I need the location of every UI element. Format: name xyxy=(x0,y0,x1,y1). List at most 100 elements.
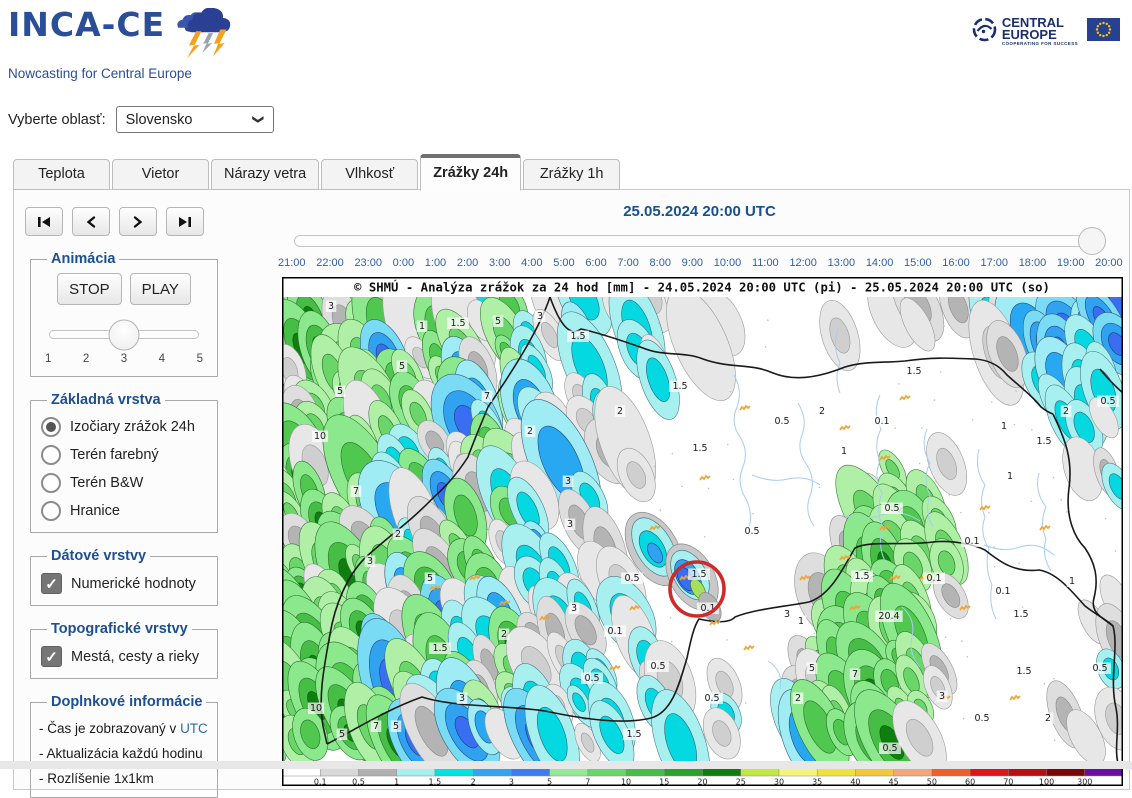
svg-text:1.5: 1.5 xyxy=(692,443,707,454)
play-button[interactable]: PLAY xyxy=(130,273,191,305)
svg-text:7: 7 xyxy=(353,486,359,497)
partner-logos: CENTRAL EUROPE COOPERATING FOR SUCCESS xyxy=(971,16,1120,48)
svg-text:1.5: 1.5 xyxy=(691,569,706,580)
svg-text:2: 2 xyxy=(795,693,801,704)
svg-text:3: 3 xyxy=(939,691,945,702)
svg-text:5: 5 xyxy=(339,729,345,740)
time-label-13-00: 13:00 xyxy=(828,257,856,269)
speed-tick-2: 2 xyxy=(83,353,89,365)
info-lines: - Čas je zobrazovaný v UTC- Aktualizácia… xyxy=(39,721,209,786)
svg-text:1.5: 1.5 xyxy=(1036,436,1051,447)
time-label-20-00: 20:00 xyxy=(1095,257,1123,269)
speed-tick-1: 1 xyxy=(45,353,51,365)
region-selector-row: Vyberte oblasť: Slovensko ❯ xyxy=(8,106,1132,133)
region-select-value: Slovensko xyxy=(126,112,193,128)
time-label-19-00: 19:00 xyxy=(1057,257,1085,269)
time-label-1-00: 1:00 xyxy=(425,257,446,269)
radio-hranice[interactable] xyxy=(41,501,61,521)
frame-nav-buttons xyxy=(25,207,270,236)
svg-text:5: 5 xyxy=(809,663,815,674)
radio-ter-n-b-w[interactable] xyxy=(41,473,61,493)
tab-zr-ky-1h[interactable]: Zrážky 1h xyxy=(523,159,620,190)
radio-izo-iary-zr-ok-24h[interactable] xyxy=(41,417,61,437)
tab-n-razy-vetra[interactable]: Nárazy vetra xyxy=(211,159,319,190)
svg-text:1.5: 1.5 xyxy=(906,366,921,377)
svg-text:3: 3 xyxy=(459,693,465,704)
time-label-16-00: 16:00 xyxy=(942,257,970,269)
next-frame-button[interactable] xyxy=(119,207,157,236)
animation-legend: Animácia xyxy=(47,251,119,267)
region-select[interactable]: Slovensko ❯ xyxy=(116,106,274,133)
sidebar: Animácia STOP PLAY 12345 Základná vrstva… xyxy=(14,190,270,789)
app-title: INCA-CE xyxy=(8,8,165,43)
next-icon xyxy=(132,216,144,228)
time-label-0-00: 0:00 xyxy=(393,257,414,269)
svg-text:2: 2 xyxy=(1063,406,1069,417)
svg-text:0.5: 0.5 xyxy=(624,573,639,584)
svg-text:0.1: 0.1 xyxy=(964,536,979,547)
globe-swirl-icon xyxy=(971,16,998,48)
svg-text:20.4: 20.4 xyxy=(878,611,899,622)
skip-to-start-icon xyxy=(37,216,51,228)
svg-text:7: 7 xyxy=(484,391,490,402)
svg-text:1: 1 xyxy=(419,321,425,332)
time-label-21-00: 21:00 xyxy=(278,257,306,269)
topo-layers-group: Topografické vrstvy ✓Mestá, cesty a riek… xyxy=(30,621,218,679)
svg-text:1: 1 xyxy=(1001,421,1007,432)
animation-speed-slider-thumb[interactable] xyxy=(109,319,140,350)
checkbox-numerick-hodnoty[interactable]: ✓ xyxy=(41,573,62,594)
svg-text:1.5: 1.5 xyxy=(626,729,641,740)
base-layer-options: Izočiary zrážok 24h Terén farebný Terén B&… xyxy=(39,417,209,521)
stop-button[interactable]: STOP xyxy=(57,273,122,305)
storm-cloud-lightning-icon xyxy=(169,8,241,65)
last-frame-button[interactable] xyxy=(166,207,204,236)
utc-link[interactable]: UTC xyxy=(180,721,208,736)
svg-text:0.5: 0.5 xyxy=(1092,663,1107,674)
radio-ter-n-farebn[interactable] xyxy=(41,445,61,465)
topo-layer-options: ✓Mestá, cesty a rieky xyxy=(39,646,209,667)
animation-speed-slider[interactable] xyxy=(49,330,199,339)
tab-vietor[interactable]: Vietor xyxy=(112,159,209,190)
tab-vlhkos[interactable]: Vlhkosť xyxy=(321,159,418,190)
tab-teplota[interactable]: Teplota xyxy=(13,159,110,190)
base-layer-option-ter-n-b-w[interactable]: Terén B&W xyxy=(41,473,209,493)
topo-layers-legend: Topografické vrstvy xyxy=(47,621,192,637)
time-label-18-00: 18:00 xyxy=(1019,257,1047,269)
first-frame-button[interactable] xyxy=(25,207,63,236)
svg-text:0.1: 0.1 xyxy=(926,573,941,584)
svg-text:1.5: 1.5 xyxy=(672,381,687,392)
time-label-23-00: 23:00 xyxy=(354,257,382,269)
info-legend: Doplnkové informácie xyxy=(47,694,206,710)
central-europe-text: CENTRAL EUROPE COOPERATING FOR SUCCESS xyxy=(1002,17,1078,46)
time-label-9-00: 9:00 xyxy=(682,257,703,269)
base-layer-option-izo-iary-zr-ok-24h[interactable]: Izočiary zrážok 24h xyxy=(41,417,209,437)
prev-frame-button[interactable] xyxy=(72,207,110,236)
time-label-12-00: 12:00 xyxy=(789,257,817,269)
svg-text:5: 5 xyxy=(393,721,399,732)
svg-text:2: 2 xyxy=(617,406,623,417)
svg-text:1.5: 1.5 xyxy=(1013,609,1028,620)
svg-text:10: 10 xyxy=(310,703,322,714)
data-layers-legend: Dátové vrstvy xyxy=(47,548,150,564)
svg-text:1: 1 xyxy=(1069,576,1075,587)
svg-text:1: 1 xyxy=(841,446,847,457)
svg-text:1.5: 1.5 xyxy=(570,331,585,342)
time-label-3-00: 3:00 xyxy=(489,257,510,269)
info-group: Doplnkové informácie - Čas je zobrazovan… xyxy=(30,694,218,798)
time-label-11-00: 11:00 xyxy=(752,257,779,269)
region-select-label: Vyberte oblasť: xyxy=(8,112,106,128)
tab-zr-ky-24h[interactable]: Zrážky 24h xyxy=(420,154,521,191)
time-slider-thumb[interactable] xyxy=(1078,227,1106,255)
base-layer-group: Základná vrstva Izočiary zrážok 24hTerén… xyxy=(30,392,218,533)
layer-option-mest-cesty-a-rieky[interactable]: ✓Mestá, cesty a rieky xyxy=(41,646,209,667)
option-label: Hranice xyxy=(70,503,120,519)
time-slider[interactable] xyxy=(294,235,1093,247)
layer-option-numerick-hodnoty[interactable]: ✓Numerické hodnoty xyxy=(41,573,209,594)
precipitation-map: 311.5531.5510723510575321.533221.51.50.5… xyxy=(282,277,1123,786)
svg-text:2: 2 xyxy=(527,426,533,437)
base-layer-option-hranice[interactable]: Hranice xyxy=(41,501,209,521)
checkbox-mest-cesty-a-rieky[interactable]: ✓ xyxy=(41,646,62,667)
partner-tagline: COOPERATING FOR SUCCESS xyxy=(1002,42,1078,46)
base-layer-option-ter-n-farebn[interactable]: Terén farebný xyxy=(41,445,209,465)
info-line-0: - Čas je zobrazovaný v UTC xyxy=(39,721,209,736)
